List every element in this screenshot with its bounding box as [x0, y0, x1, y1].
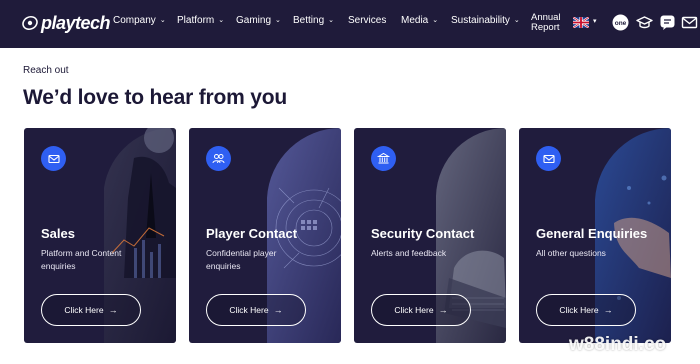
watermark: w88indi.co [569, 334, 667, 355]
contact-card-player-contact: Player Contact Confidential player enqui… [189, 128, 341, 343]
contact-card-sales: Sales Platform and Content enquiries Cli… [24, 128, 176, 343]
graduation-cap-icon[interactable] [636, 14, 653, 31]
chevron-down-icon: ⌄ [513, 17, 520, 24]
button-label: Click Here [64, 305, 104, 315]
general-enquiries-click-here-button[interactable]: Click Here → [536, 294, 636, 326]
nav-platform-label: Platform [177, 14, 215, 26]
button-label: Click Here [394, 305, 434, 315]
chevron-down-icon: ⌄ [218, 17, 225, 24]
chevron-down-icon: ⌄ [159, 17, 166, 24]
nav-media[interactable]: Media ⌄ [401, 13, 438, 27]
section-eyebrow: Reach out [23, 65, 69, 76]
nav-services-label: Services [348, 14, 387, 26]
card-title: Security Contact [371, 226, 475, 241]
envelope-icon [41, 146, 66, 171]
arrow-right-icon: → [273, 305, 283, 315]
card-description: Confidential player enquiries [206, 248, 277, 271]
playtech-logo-mark-icon [22, 15, 38, 31]
card-description: Alerts and feedback [371, 248, 447, 258]
annual-report-line2: Report [531, 22, 560, 33]
one-icon-label: one [615, 20, 627, 27]
nav-betting-label: Betting [293, 14, 325, 26]
nav-sustainability[interactable]: Sustainability ⌄ [451, 13, 520, 27]
card-description: Platform and Content enquiries [41, 248, 122, 271]
nav-sustainability-label: Sustainability [451, 14, 510, 26]
player-contact-click-here-button[interactable]: Click Here → [206, 294, 306, 326]
chevron-down-icon: ⌄ [328, 17, 335, 24]
card-description: All other questions [536, 248, 606, 258]
nav-platform[interactable]: Platform ⌄ [177, 13, 224, 27]
uk-flag-icon[interactable] [573, 17, 589, 28]
contact-card-security-contact: Security Contact Alerts and feedback Cli… [354, 128, 506, 343]
speech-bubble-icon[interactable] [659, 14, 676, 31]
chevron-down-icon: ⌄ [432, 17, 439, 24]
chevron-down-icon: ⌄ [275, 17, 281, 24]
nav-services[interactable]: Services [348, 13, 386, 27]
card-title: Player Contact [206, 226, 298, 241]
nav-annual-report[interactable]: Annual Report [531, 13, 561, 33]
nav-media-label: Media [401, 14, 429, 26]
playtech-logo[interactable]: playtech [22, 12, 111, 34]
envelope-icon[interactable] [681, 14, 698, 31]
arrow-right-icon: → [603, 305, 613, 315]
top-navigation-bar: playtech Company ⌄ Platform ⌄ Gaming ⌄ Bett… [0, 0, 700, 48]
arrow-right-icon: → [108, 305, 118, 315]
arrow-right-icon: → [438, 305, 448, 315]
sales-click-here-button[interactable]: Click Here → [41, 294, 141, 326]
security-contact-click-here-button[interactable]: Click Here → [371, 294, 471, 326]
page-title: We’d love to hear from you [23, 86, 287, 109]
card-title: General Enquiries [536, 226, 648, 241]
logo-text: playtech [41, 12, 111, 33]
card-title: Sales [41, 226, 75, 241]
nav-company-label: Company [113, 14, 156, 26]
envelope-icon [536, 146, 561, 171]
nav-company[interactable]: Company ⌄ [113, 13, 166, 27]
nav-gaming-label: Gaming [236, 14, 272, 26]
button-label: Click Here [559, 305, 599, 315]
contact-card-general-enquiries: General Enquiries All other questions Cl… [519, 128, 671, 343]
one-icon[interactable]: one [612, 14, 629, 31]
people-icon [206, 146, 231, 171]
language-chevron-down-icon[interactable]: ▾ [593, 17, 597, 25]
bank-icon [371, 146, 396, 171]
nav-betting[interactable]: Betting ⌄ [293, 13, 334, 27]
nav-gaming[interactable]: Gaming ⌄ [236, 13, 281, 27]
button-label: Click Here [229, 305, 269, 315]
